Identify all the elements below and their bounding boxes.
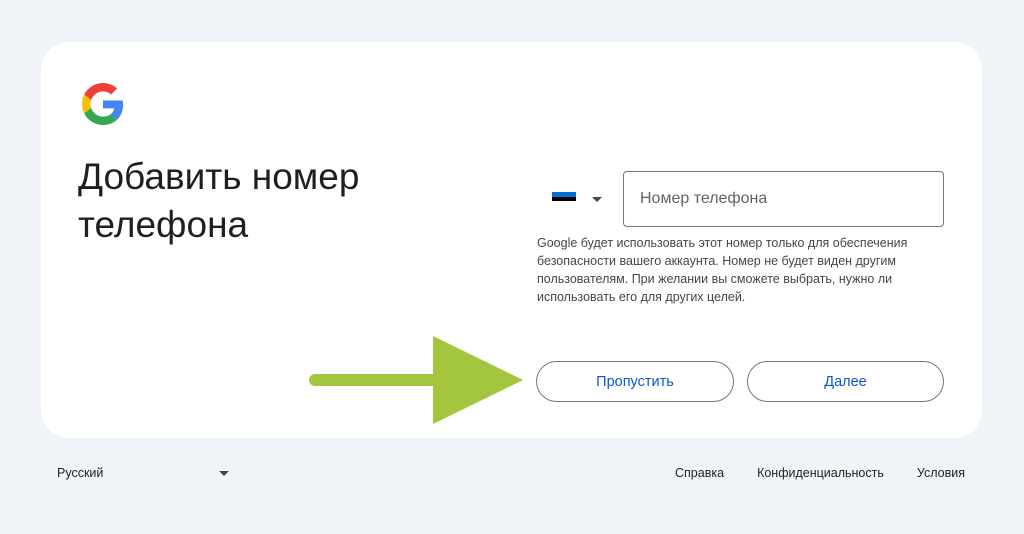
terms-link[interactable]: Условия xyxy=(917,463,965,483)
phone-usage-hint: Google будет использовать этот номер тол… xyxy=(537,236,908,304)
language-label: Русский xyxy=(57,466,104,480)
estonia-flag-icon xyxy=(552,192,576,207)
country-code-select[interactable] xyxy=(546,184,610,214)
language-select[interactable]: Русский xyxy=(57,463,235,483)
next-button[interactable]: Далее xyxy=(747,361,944,402)
google-logo-icon xyxy=(82,83,124,125)
skip-button[interactable]: Пропустить xyxy=(536,361,734,402)
language-caret-icon xyxy=(219,470,229,476)
footer-links: Справка Конфиденциальность Условия xyxy=(642,463,965,483)
phone-number-input[interactable] xyxy=(623,171,944,227)
green-arrow-annotation xyxy=(309,336,523,424)
dropdown-caret-icon xyxy=(592,196,602,202)
page-title: Добавить номер телефона xyxy=(78,156,360,245)
help-link[interactable]: Справка xyxy=(675,463,724,483)
privacy-link[interactable]: Конфиденциальность xyxy=(757,463,884,483)
